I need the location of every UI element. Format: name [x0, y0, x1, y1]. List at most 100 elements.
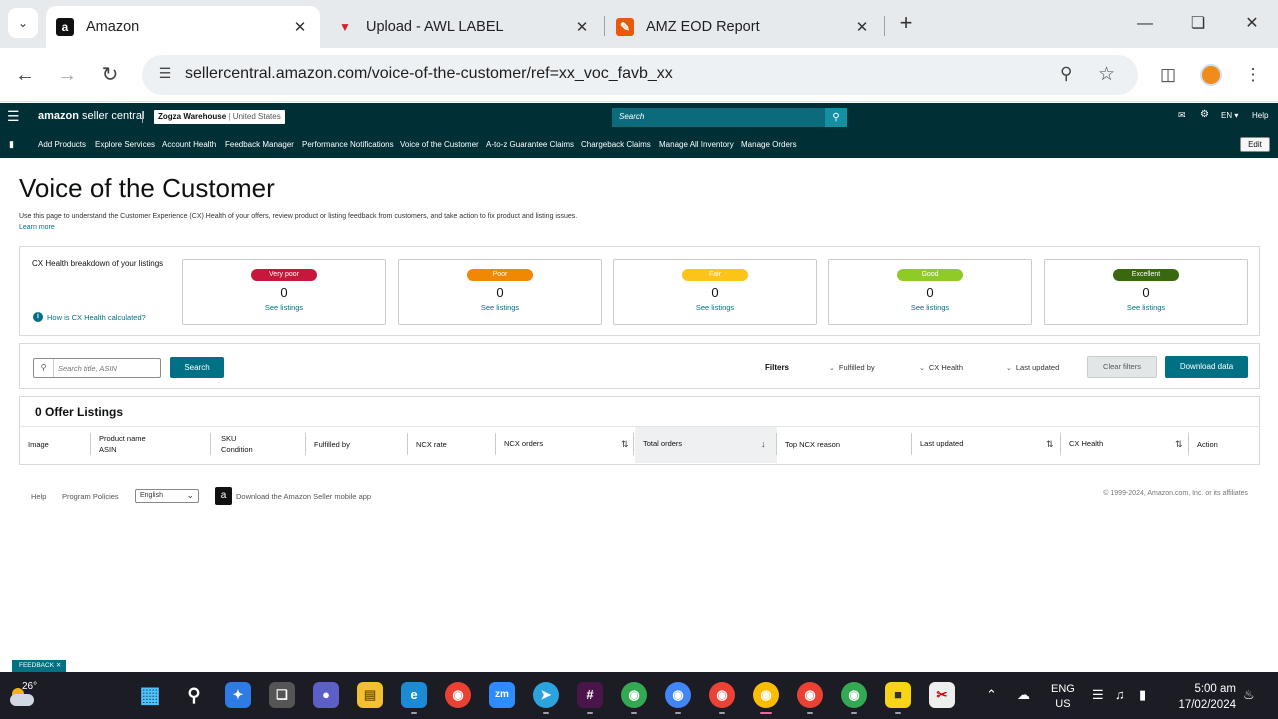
- close-icon[interactable]: ✕: [288, 18, 312, 36]
- feedback-tab[interactable]: FEEDBACK ✕: [12, 660, 66, 672]
- new-tab-icon[interactable]: +: [894, 10, 918, 38]
- edit-nav-button[interactable]: Edit: [1240, 137, 1270, 152]
- program-policies-link[interactable]: Program Policies: [62, 492, 119, 501]
- header-search-input[interactable]: Search: [612, 108, 826, 127]
- site-info-icon[interactable]: ☰: [154, 65, 176, 85]
- column-ncx-orders[interactable]: NCX orders ⇅: [496, 427, 634, 463]
- column-total-orders[interactable]: Total orders ↓: [635, 427, 777, 463]
- column-fulfilled-by[interactable]: Fulfilled by: [306, 427, 408, 463]
- clear-filters-button[interactable]: Clear filters: [1087, 356, 1157, 378]
- see-listings-link[interactable]: See listings: [1045, 303, 1247, 312]
- tab-amazon[interactable]: a Amazon ✕: [46, 6, 320, 48]
- task-view-icon[interactable]: ❏: [269, 682, 295, 708]
- column-ncx-rate[interactable]: NCX rate: [408, 427, 496, 463]
- slack-icon[interactable]: #: [577, 682, 603, 708]
- file-explorer-icon[interactable]: ▤: [357, 682, 383, 708]
- search-button[interactable]: Search: [170, 357, 224, 378]
- nav-performance-notifications[interactable]: Performance Notifications: [302, 140, 394, 149]
- download-data-button[interactable]: Download data: [1165, 356, 1248, 378]
- cx-health-info-link[interactable]: i How is CX Health calculated?: [33, 312, 146, 322]
- network-off-icon[interactable]: ☁: [1017, 687, 1030, 703]
- nav-explore-services[interactable]: Explore Services: [95, 140, 155, 149]
- teams-chat-icon[interactable]: ●: [313, 682, 339, 708]
- search-icon[interactable]: ⚲: [825, 108, 847, 127]
- see-listings-link[interactable]: See listings: [399, 303, 601, 312]
- listing-search-box[interactable]: ⚲: [33, 358, 161, 378]
- tab-search-dropdown-icon[interactable]: ⌄: [8, 8, 38, 38]
- learn-more-link[interactable]: Learn more: [19, 224, 55, 231]
- window-close-icon[interactable]: ✕: [1238, 10, 1266, 38]
- column-last-updated[interactable]: Last updated ⇅: [912, 427, 1061, 463]
- fulfilled-by-dropdown[interactable]: ⌄ Fulfilled by: [829, 363, 875, 372]
- notification-bell-icon[interactable]: ♨: [1243, 687, 1255, 703]
- chrome-profile-icon[interactable]: ◉: [709, 682, 735, 708]
- url-text[interactable]: sellercentral.amazon.com/voice-of-the-cu…: [185, 65, 673, 83]
- footer-help-link[interactable]: Help: [31, 492, 46, 501]
- address-bar[interactable]: ☰ sellercentral.amazon.com/voice-of-the-…: [142, 55, 1138, 95]
- close-icon[interactable]: ✕: [56, 662, 61, 669]
- hamburger-menu-icon[interactable]: ☰: [7, 108, 20, 125]
- sort-icon[interactable]: ⇅: [1046, 439, 1054, 450]
- see-listings-link[interactable]: See listings: [614, 303, 816, 312]
- nav-manage-orders[interactable]: Manage Orders: [741, 140, 797, 149]
- minimize-icon[interactable]: —: [1131, 10, 1159, 38]
- chrome-icon[interactable]: ◉: [445, 682, 471, 708]
- close-icon[interactable]: ✕: [570, 18, 594, 36]
- telegram-icon[interactable]: ➤: [533, 682, 559, 708]
- bookmark-icon[interactable]: ▮: [9, 139, 14, 150]
- see-listings-link[interactable]: See listings: [829, 303, 1031, 312]
- nav-chargeback-claims[interactable]: Chargeback Claims: [581, 140, 651, 149]
- tab-eod-report[interactable]: ✎ AMZ EOD Report ✕: [606, 6, 882, 48]
- sticky-notes-icon[interactable]: ■: [885, 682, 911, 708]
- edge-icon[interactable]: e: [401, 682, 427, 708]
- column-sku[interactable]: SKU Condition: [213, 427, 306, 463]
- tab-awl-label[interactable]: ▼ Upload - AWL LABEL ✕: [326, 6, 602, 48]
- close-icon[interactable]: ✕: [850, 18, 874, 36]
- cx-health-dropdown[interactable]: ⌄ CX Health: [919, 363, 963, 372]
- zoom-app-icon[interactable]: zm: [489, 682, 515, 708]
- input-language-indicator[interactable]: ENG US: [1051, 682, 1075, 713]
- language-selector[interactable]: EN ▾: [1221, 111, 1238, 120]
- column-product-name[interactable]: Product name ASIN: [91, 427, 211, 463]
- column-cx-health[interactable]: CX Health ⇅: [1061, 427, 1189, 463]
- zoom-icon[interactable]: ⚲: [1060, 64, 1084, 84]
- forward-icon[interactable]: →: [54, 62, 80, 88]
- chrome-profile-icon[interactable]: ◉: [665, 682, 691, 708]
- chrome-profile-icon[interactable]: ◉: [797, 682, 823, 708]
- chrome-profile-icon[interactable]: ◉: [621, 682, 647, 708]
- nav-account-health[interactable]: Account Health: [162, 140, 216, 149]
- system-clock[interactable]: 5:00 am 17/02/2024: [1172, 681, 1236, 713]
- download-app-link[interactable]: Download the Amazon Seller mobile app: [236, 492, 371, 501]
- back-icon[interactable]: ←: [12, 62, 38, 88]
- seller-central-logo[interactable]: amazon seller central: [38, 110, 144, 122]
- sort-descending-icon[interactable]: ↓: [761, 439, 766, 449]
- listing-search-input[interactable]: [58, 362, 156, 374]
- help-link[interactable]: Help: [1252, 111, 1268, 120]
- gear-icon[interactable]: ⚙: [1200, 109, 1209, 120]
- side-panel-icon[interactable]: ◫: [1155, 62, 1181, 88]
- menu-kebab-icon[interactable]: ⋮: [1240, 62, 1266, 88]
- nav-add-products[interactable]: Add Products: [38, 140, 86, 149]
- chrome-active-icon[interactable]: ◉: [753, 682, 779, 708]
- footer-language-select[interactable]: English ⌄: [135, 489, 199, 503]
- chrome-profile-icon[interactable]: ◉: [841, 682, 867, 708]
- windows-start-icon[interactable]: ▦: [137, 682, 163, 708]
- search-icon[interactable]: ⚲: [181, 682, 207, 708]
- amazon-app-icon[interactable]: a: [215, 487, 232, 505]
- snipping-tool-icon[interactable]: ✂: [929, 682, 955, 708]
- nav-manage-inventory[interactable]: Manage All Inventory: [659, 140, 734, 149]
- sort-icon[interactable]: ⇅: [1175, 439, 1183, 450]
- column-top-ncx-reason[interactable]: Top NCX reason: [777, 427, 912, 463]
- volume-icon[interactable]: ♫: [1115, 687, 1125, 702]
- wifi-icon[interactable]: ☰: [1092, 687, 1104, 703]
- copilot-icon[interactable]: ✦: [225, 682, 251, 708]
- profile-avatar[interactable]: [1200, 64, 1222, 86]
- bookmark-star-icon[interactable]: ☆: [1098, 63, 1122, 86]
- battery-icon[interactable]: ▮: [1139, 687, 1146, 703]
- mail-icon[interactable]: ✉: [1178, 110, 1186, 121]
- sort-icon[interactable]: ⇅: [621, 439, 629, 450]
- restore-icon[interactable]: ❏: [1184, 10, 1212, 38]
- account-switcher[interactable]: Zogza Warehouse | United States: [154, 110, 285, 124]
- nav-feedback-manager[interactable]: Feedback Manager: [225, 140, 294, 149]
- nav-atoz-claims[interactable]: A-to-z Guarantee Claims: [486, 140, 574, 149]
